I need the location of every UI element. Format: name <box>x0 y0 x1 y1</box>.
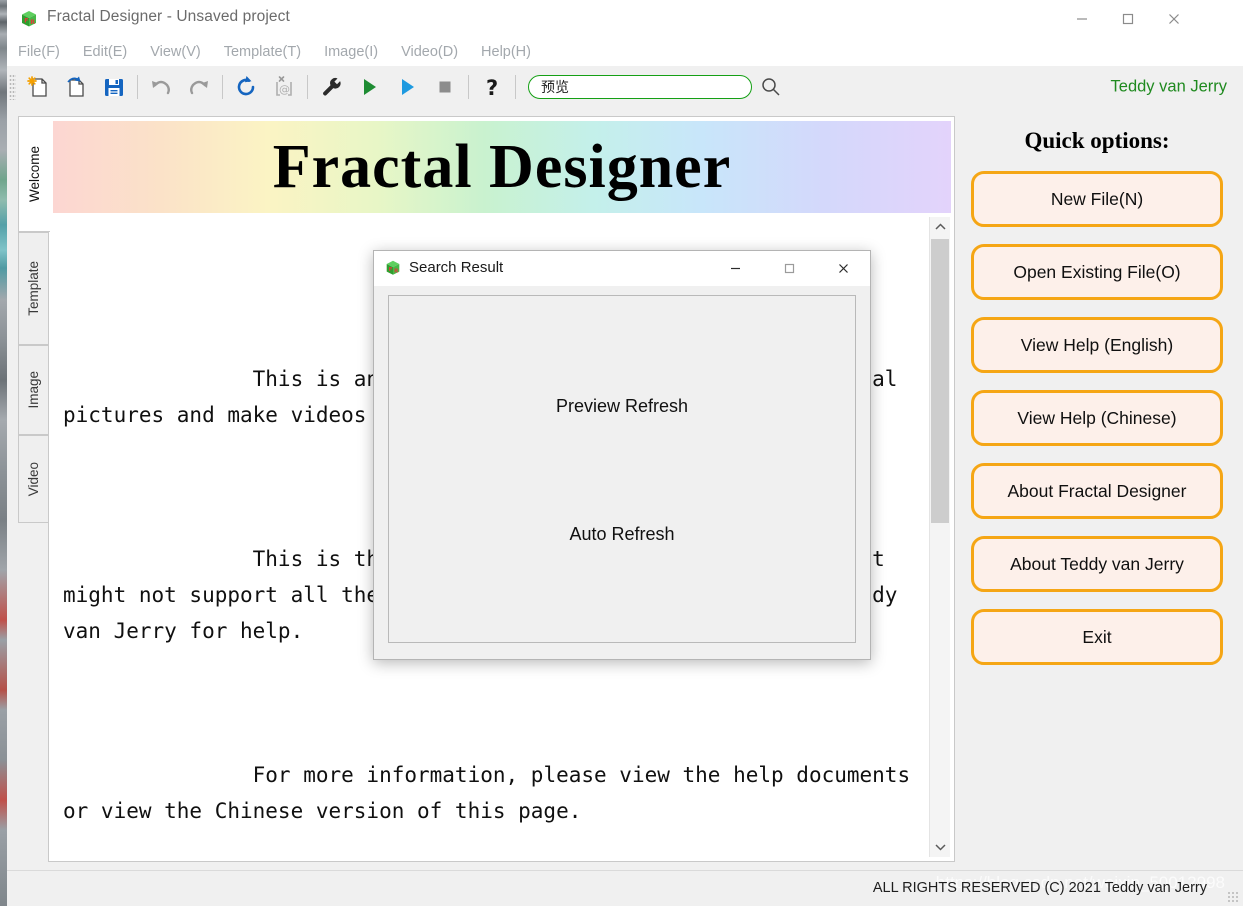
app-root: F R Fractal Designer - Unsaved project F… <box>0 0 1243 906</box>
author-label: Teddy van Jerry <box>1110 77 1227 95</box>
menu-edit[interactable]: Edit(E) <box>72 41 139 63</box>
dialog-title: Search Result <box>409 259 504 276</box>
window-maximize-button[interactable] <box>1105 0 1151 37</box>
side-tab-rail: Welcome Template Image Video <box>18 116 50 576</box>
dialog-close-button[interactable] <box>820 251 866 286</box>
toolbar: @ ? 预览 Teddy van Jerry <box>7 66 1243 108</box>
content-vertical-scrollbar[interactable] <box>929 217 950 857</box>
stop-button[interactable] <box>426 69 464 105</box>
search-box <box>528 74 752 99</box>
quick-options-title: Quick options: <box>1024 128 1170 153</box>
dialog-maximize-button[interactable] <box>766 251 812 286</box>
toolbar-separator <box>307 74 308 99</box>
view-help-english-button[interactable]: View Help (English) <box>971 317 1223 373</box>
play-blue-button[interactable] <box>388 69 426 105</box>
about-teddy-van-jerry-button[interactable]: About Teddy van Jerry <box>971 536 1223 592</box>
scrollbar-thumb[interactable] <box>931 239 949 523</box>
quick-options-panel: Quick options: New File(N) Open Existing… <box>962 116 1232 862</box>
sidebar-item-welcome[interactable]: Welcome <box>18 116 50 232</box>
toolbar-drag-handle[interactable] <box>9 73 16 100</box>
sidebar-item-template[interactable]: Template <box>18 232 48 345</box>
svg-text:F: F <box>389 267 393 273</box>
search-result-list[interactable]: Preview Refresh Auto Refresh <box>388 295 856 643</box>
list-item[interactable]: Preview Refresh <box>389 396 855 417</box>
menu-file[interactable]: File(F) <box>7 41 72 63</box>
redo-button[interactable] <box>180 69 218 105</box>
svg-text:R: R <box>394 269 399 275</box>
window-minimize-button[interactable] <box>1059 0 1105 37</box>
scroll-down-arrow-icon[interactable] <box>930 837 950 857</box>
toolbar-separator <box>222 74 223 99</box>
menu-bar: File(F) Edit(E) View(V) Template(T) Imag… <box>7 37 1243 67</box>
welcome-paragraph: For more information, please view the he… <box>63 763 923 823</box>
run-green-button[interactable] <box>350 69 388 105</box>
refresh-button[interactable] <box>227 69 265 105</box>
open-existing-file-quick-button[interactable]: Open Existing File(O) <box>971 244 1223 300</box>
toolbar-separator <box>137 74 138 99</box>
tab-label-video: Video <box>26 461 41 497</box>
status-bar: https://blog.csdn.net/weixin_50012998 AL… <box>7 870 1243 906</box>
help-question-button[interactable]: ? <box>473 69 511 105</box>
window-close-button[interactable] <box>1151 0 1197 37</box>
fractal-cube-icon: F R <box>19 9 39 29</box>
menu-image[interactable]: Image(I) <box>313 41 390 63</box>
app-banner: Fractal Designer <box>53 121 951 213</box>
title-bar: F R Fractal Designer - Unsaved project <box>7 0 1243 38</box>
sidebar-item-video[interactable]: Video <box>18 435 48 523</box>
menu-view[interactable]: View(V) <box>139 41 213 63</box>
scroll-up-arrow-icon[interactable] <box>930 217 950 237</box>
new-file-quick-button[interactable]: New File(N) <box>971 171 1223 227</box>
exit-button[interactable]: Exit <box>971 609 1223 665</box>
dialog-minimize-button[interactable] <box>712 251 758 286</box>
window-title: Fractal Designer - Unsaved project <box>47 8 290 25</box>
undo-button[interactable] <box>142 69 180 105</box>
copyright-label: ALL RIGHTS RESERVED (C) 2021 Teddy van J… <box>872 880 1207 896</box>
svg-text:?: ? <box>486 76 498 100</box>
magnifier-icon[interactable] <box>754 70 788 104</box>
banner-title: Fractal Designer <box>272 132 732 201</box>
resize-grip[interactable] <box>1227 891 1239 903</box>
tab-label-welcome: Welcome <box>27 145 42 203</box>
toolbar-separator <box>515 74 516 99</box>
new-file-button[interactable] <box>19 69 57 105</box>
view-help-chinese-button[interactable]: View Help (Chinese) <box>971 390 1223 446</box>
menu-template[interactable]: Template(T) <box>213 41 313 63</box>
svg-text:R: R <box>30 19 35 26</box>
dialog-title-bar: F R Search Result <box>374 251 870 286</box>
menu-video[interactable]: Video(D) <box>390 41 470 63</box>
toolbar-separator <box>468 74 469 99</box>
tab-label-image: Image <box>26 371 41 409</box>
sidebar-item-image[interactable]: Image <box>18 345 48 435</box>
list-item[interactable]: Auto Refresh <box>389 524 855 545</box>
menu-help[interactable]: Help(H) <box>470 41 543 63</box>
about-fractal-designer-button[interactable]: About Fractal Designer <box>971 463 1223 519</box>
clear-email-button[interactable]: @ <box>265 69 303 105</box>
settings-wrench-button[interactable] <box>312 69 350 105</box>
open-file-button[interactable] <box>57 69 95 105</box>
save-button[interactable] <box>95 69 133 105</box>
fractal-cube-icon: F R <box>384 259 402 277</box>
tab-label-template: Template <box>26 261 41 316</box>
search-result-dialog: F R Search Result Preview Refresh Auto R… <box>373 250 871 660</box>
svg-text:F: F <box>24 18 28 25</box>
svg-text:@: @ <box>279 83 290 96</box>
desktop-background-strip <box>0 0 7 906</box>
search-input[interactable] <box>528 74 752 99</box>
